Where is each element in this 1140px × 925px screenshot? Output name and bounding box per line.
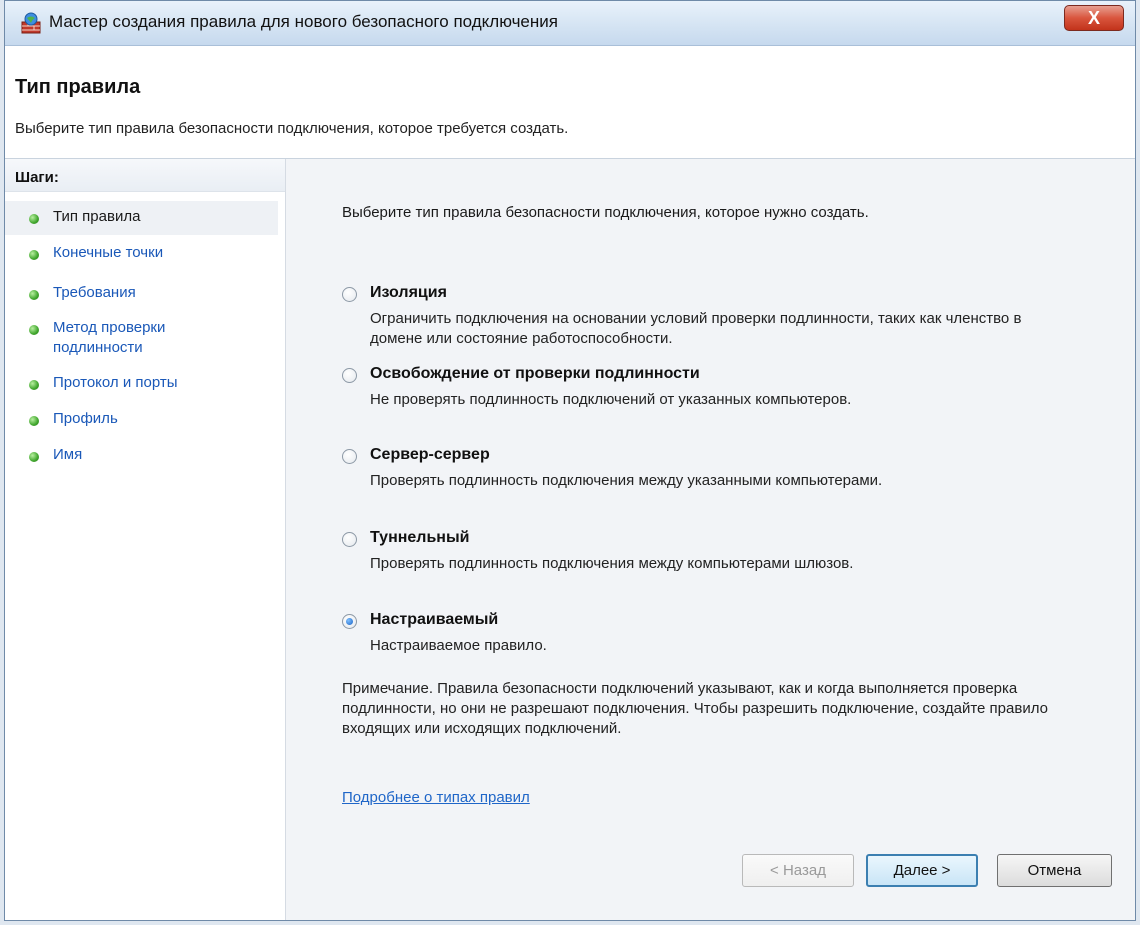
close-button[interactable]: X [1064, 5, 1124, 31]
wizard-header: Тип правила Выберите тип правила безопас… [5, 46, 1135, 159]
step-status-icon [29, 250, 39, 260]
window-title: Мастер создания правила для нового безоп… [49, 12, 558, 31]
option-description: Ограничить подключения на основании усло… [370, 310, 1022, 347]
step-name[interactable]: Имя [5, 445, 278, 465]
back-button[interactable]: < Назад [742, 854, 854, 887]
step-status-icon [29, 214, 39, 224]
learn-more-link[interactable]: Подробнее о типах правил [342, 789, 530, 806]
step-label: Тип правила [53, 208, 141, 225]
step-status-icon [29, 290, 39, 300]
step-protocol-ports[interactable]: Протокол и порты [5, 373, 278, 393]
option-title: Туннельный [370, 529, 470, 546]
radio-auth-exemption[interactable] [342, 368, 357, 383]
option-description: Не проверять подлинность подключений от … [370, 391, 852, 408]
step-status-icon [29, 325, 39, 335]
next-button[interactable]: Далее > [866, 854, 978, 887]
option-title: Освобождение от проверки подлинности [370, 365, 700, 382]
option-title: Сервер-сервер [370, 446, 490, 463]
steps-header: Шаги: [5, 159, 285, 192]
page-subtitle: Выберите тип правила безопасности подклю… [15, 120, 569, 137]
step-auth-method[interactable]: Метод проверки подлинности [5, 318, 278, 358]
step-status-icon [29, 452, 39, 462]
radio-isolation[interactable] [342, 287, 357, 302]
radio-server-to-server[interactable] [342, 449, 357, 464]
cancel-button[interactable]: Отмена [997, 854, 1112, 887]
step-endpoints[interactable]: Конечные точки [5, 243, 278, 263]
option-description: Проверять подлинность подключения между … [370, 555, 854, 572]
step-label: Протокол и порты [53, 374, 178, 391]
option-title: Изоляция [370, 284, 447, 301]
intro-text: Выберите тип правила безопасности подклю… [342, 204, 869, 221]
main-panel: Выберите тип правила безопасности подклю… [286, 159, 1135, 920]
wizard-window: Мастер создания правила для нового безоп… [4, 0, 1136, 921]
close-icon: X [1087, 8, 1100, 28]
option-description: Настраиваемое правило. [370, 637, 547, 654]
step-label: Профиль [53, 410, 118, 427]
title-bar[interactable]: Мастер создания правила для нового безоп… [5, 1, 1135, 46]
option-description: Проверять подлинность подключения между … [370, 472, 883, 489]
step-requirements[interactable]: Требования [5, 283, 278, 303]
radio-custom[interactable] [342, 614, 357, 629]
page-title: Тип правила [15, 76, 141, 98]
step-profile[interactable]: Профиль [5, 409, 278, 429]
note-text: Примечание. Правила безопасности подключ… [342, 680, 1048, 737]
steps-sidebar: Шаги: Тип правила Конечные точки Требова… [5, 159, 286, 920]
step-rule-type[interactable]: Тип правила [5, 201, 278, 235]
step-label: Требования [53, 284, 136, 301]
option-title: Настраиваемый [370, 611, 499, 628]
step-label: Конечные точки [53, 244, 164, 261]
step-status-icon [29, 416, 39, 426]
radio-tunnel[interactable] [342, 532, 357, 547]
steps-label: Шаги: [15, 169, 59, 186]
firewall-app-icon [21, 12, 41, 34]
step-label: Метод проверки подлинности [53, 319, 166, 356]
step-label: Имя [53, 446, 83, 463]
step-status-icon [29, 380, 39, 390]
